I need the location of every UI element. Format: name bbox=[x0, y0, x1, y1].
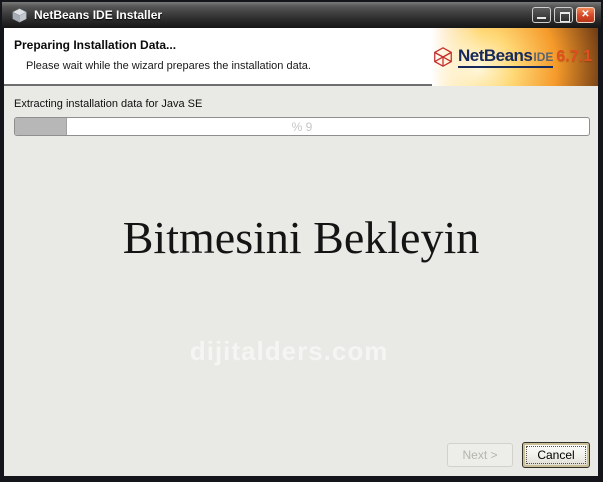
installer-window: NetBeans IDE Installer ✕ Preparing Insta… bbox=[0, 0, 603, 482]
logo-version: 6.7.1 bbox=[556, 48, 592, 65]
netbeans-logo-panel: NetBeans IDE 6.7.1 bbox=[432, 28, 598, 86]
logo-brand: NetBeans bbox=[457, 46, 533, 65]
cancel-button[interactable]: Cancel bbox=[522, 442, 590, 468]
footer-button-row: Next > Cancel bbox=[447, 442, 590, 468]
close-button[interactable]: ✕ bbox=[576, 7, 595, 23]
next-button[interactable]: Next > bbox=[447, 443, 513, 467]
wizard-header: Preparing Installation Data... Please wa… bbox=[4, 28, 598, 86]
page-subtitle: Please wait while the wizard prepares th… bbox=[26, 60, 311, 72]
progress-status-label: Extracting installation data for Java SE bbox=[14, 98, 203, 110]
logo-product: IDE bbox=[533, 50, 554, 64]
progress-bar: % 9 bbox=[14, 117, 590, 136]
minimize-button[interactable] bbox=[532, 7, 551, 23]
page-title: Preparing Installation Data... bbox=[14, 38, 177, 52]
netbeans-wireframe-cube-icon bbox=[434, 47, 452, 67]
netbeans-logo-text: NetBeans IDE 6.7.1 bbox=[457, 46, 592, 68]
wait-message: Bitmesini Bekleyin bbox=[122, 212, 480, 263]
window-body: Preparing Installation Data... Please wa… bbox=[4, 28, 598, 476]
maximize-button[interactable] bbox=[554, 7, 573, 23]
progress-percent-text: % 9 bbox=[291, 120, 313, 134]
titlebar[interactable]: NetBeans IDE Installer ✕ bbox=[2, 2, 601, 28]
netbeans-cube-icon bbox=[12, 7, 27, 23]
window-title: NetBeans IDE Installer bbox=[34, 8, 163, 22]
watermark-text: dijitalders.com bbox=[189, 336, 389, 366]
